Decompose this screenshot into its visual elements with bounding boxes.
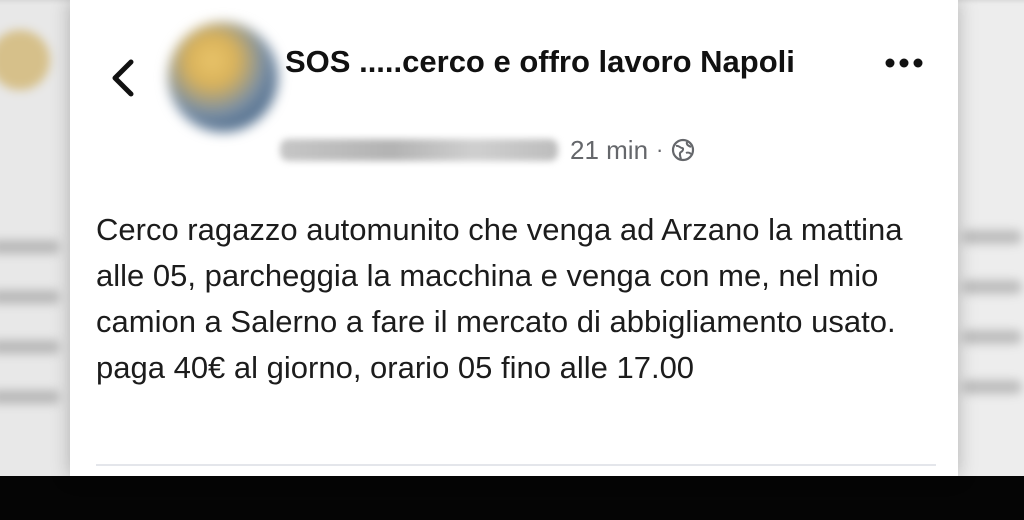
group-avatar[interactable] bbox=[168, 22, 278, 132]
post-divider bbox=[96, 464, 936, 466]
post-meta: 21 min · bbox=[280, 130, 695, 170]
back-button[interactable] bbox=[102, 56, 142, 104]
meta-separator: · bbox=[656, 137, 664, 162]
post-text: Cerco ragazzo automunito che venga ad Ar… bbox=[96, 212, 903, 385]
bottom-black-bar bbox=[0, 476, 1024, 520]
author-name-blurred bbox=[280, 139, 558, 161]
chevron-left-icon bbox=[109, 58, 135, 103]
globe-icon bbox=[671, 138, 695, 162]
more-options-button[interactable] bbox=[882, 50, 926, 80]
post-time[interactable]: 21 min bbox=[570, 135, 648, 166]
group-name[interactable]: SOS .....cerco e offro lavoro Napoli bbox=[285, 38, 845, 86]
more-horizontal-icon bbox=[884, 56, 924, 74]
facebook-post-card: SOS .....cerco e offro lavoro Napoli 21 … bbox=[70, 0, 958, 476]
